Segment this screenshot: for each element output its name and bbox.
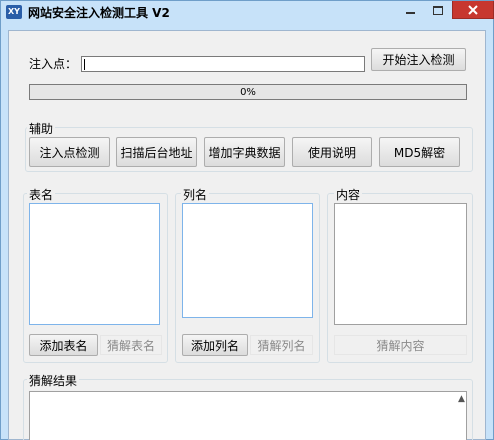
- crack-content-button[interactable]: 猜解内容: [334, 335, 467, 355]
- crack-tables-button[interactable]: 猜解表名: [100, 335, 162, 355]
- minimize-icon: [406, 12, 415, 14]
- add-dictionary-button[interactable]: 增加字典数据: [204, 137, 285, 167]
- add-table-button[interactable]: 添加表名: [29, 334, 98, 356]
- assist-group-title: 辅助: [27, 120, 56, 137]
- tables-list[interactable]: [29, 203, 160, 325]
- minimize-button[interactable]: [397, 1, 424, 19]
- main-panel: 注入点： 开始注入检测 0% 辅助 注入点检测 扫描后台地址 增加字典数据 使用…: [8, 30, 486, 440]
- titlebar[interactable]: XY 网站安全注入检测工具 V2: [1, 1, 494, 23]
- result-group-title: 猜解结果: [27, 372, 80, 389]
- scan-admin-url-button[interactable]: 扫描后台地址: [116, 137, 197, 167]
- window-title: 网站安全注入检测工具 V2: [28, 6, 170, 20]
- inject-url-input[interactable]: [81, 56, 365, 72]
- scroll-up-icon[interactable]: ▲: [458, 394, 465, 404]
- result-textarea[interactable]: ▲: [29, 391, 467, 440]
- close-button[interactable]: [452, 1, 494, 19]
- inject-point-check-button[interactable]: 注入点检测: [29, 137, 110, 167]
- tables-group-title: 表名: [27, 186, 56, 203]
- app-logo-icon: XY: [6, 5, 22, 19]
- maximize-button[interactable]: [424, 1, 451, 19]
- inject-label: 注入点：: [29, 57, 78, 71]
- md5-decrypt-button[interactable]: MD5解密: [379, 137, 460, 167]
- crack-columns-button[interactable]: 猜解列名: [250, 335, 313, 355]
- progress-text: 0%: [240, 86, 256, 98]
- columns-list[interactable]: [182, 203, 313, 318]
- content-group-title: 内容: [334, 186, 363, 203]
- columns-group-title: 列名: [181, 186, 210, 203]
- text-caret: [84, 59, 85, 70]
- content-list[interactable]: [334, 203, 467, 325]
- maximize-icon: [432, 5, 443, 15]
- add-column-button[interactable]: 添加列名: [182, 334, 248, 356]
- start-inject-button[interactable]: 开始注入检测: [371, 48, 466, 71]
- instructions-button[interactable]: 使用说明: [292, 137, 372, 167]
- close-icon: [468, 4, 478, 15]
- progress-bar: 0%: [29, 84, 467, 100]
